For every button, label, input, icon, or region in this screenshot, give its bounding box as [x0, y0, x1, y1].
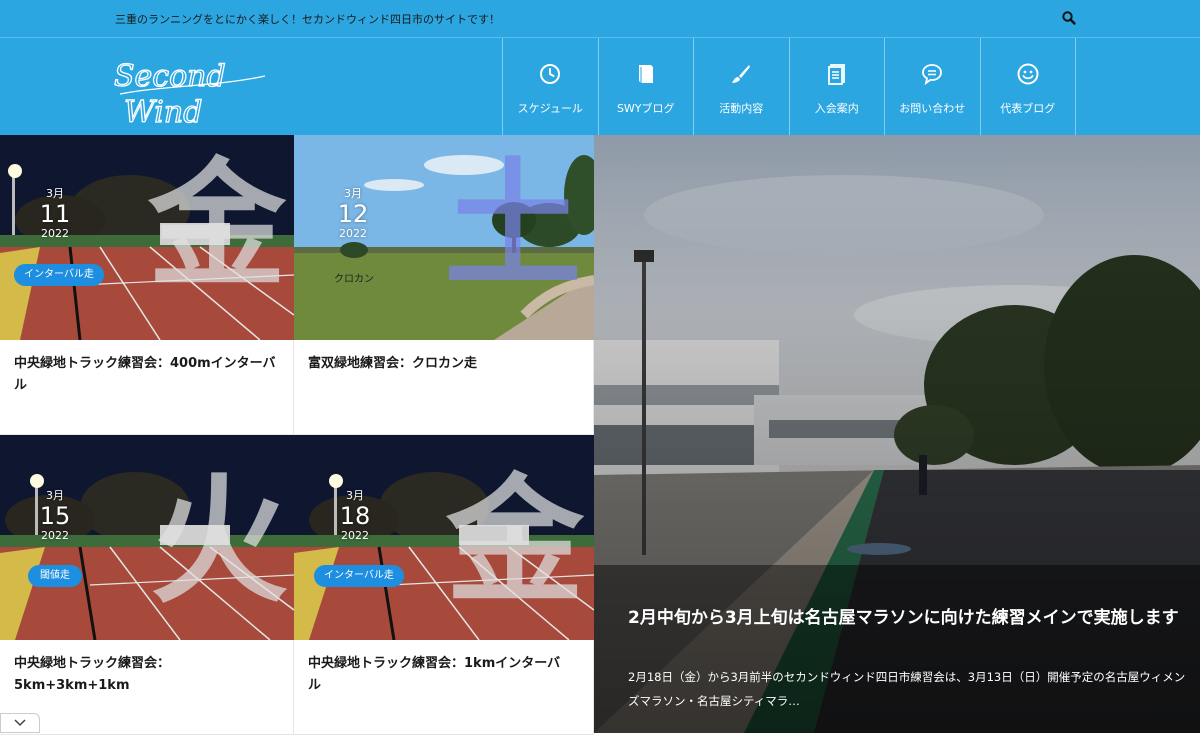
post-card[interactable]: 土 3月 12 2022 クロカン 富双緑地練習会：クロカン走: [294, 135, 594, 435]
category-badge[interactable]: インターバル走: [314, 565, 404, 587]
main-nav: スケジュール SWYブログ 活動内容 入会案内 お問い合わせ 代表ブログ: [502, 38, 1076, 135]
nav-label: お問い合わせ: [899, 102, 966, 115]
nav-item-activities[interactable]: 活動内容: [694, 38, 790, 135]
nav-item-contact[interactable]: お問い合わせ: [885, 38, 981, 135]
post-date: 3月 15 2022: [39, 489, 71, 542]
post-card[interactable]: 火 3月 15 2022 閾値走 中央緑地トラック練習会：5km+3km+1km: [0, 435, 294, 735]
nav-item-rep-blog[interactable]: 代表ブログ: [981, 38, 1076, 135]
post-date: 3月 18 2022: [339, 489, 371, 542]
collapse-toggle[interactable]: [0, 713, 40, 733]
nav-label: 代表ブログ: [1000, 102, 1056, 115]
featured-post[interactable]: 2月中旬から3月上旬は名古屋マラソンに向けた練習メインで実施します 2月18日（…: [594, 135, 1200, 733]
speech-bubble-icon: [922, 64, 943, 86]
weekday-overlay: 火: [150, 461, 289, 622]
nav-item-swy-blog[interactable]: SWYブログ: [599, 38, 694, 135]
post-thumbnail: 土 3月 12 2022 クロカン: [294, 135, 594, 340]
post-grid: 金 3月 11 2022 インターバル走 中央緑地トラック練習会：400mインタ…: [0, 135, 594, 735]
site-logo[interactable]: Second Wind: [110, 46, 270, 128]
brush-icon: [732, 65, 751, 83]
svg-text:Wind: Wind: [124, 95, 202, 128]
weekday-overlay: 金: [446, 461, 585, 622]
post-card[interactable]: 金 3月 18 2022 インターバル走 中央緑地トラック練習会：1kmインター…: [294, 435, 594, 735]
clock-icon: [540, 64, 561, 84]
document-icon: [827, 64, 845, 85]
weekday-overlay: 土: [444, 145, 583, 306]
category-tag[interactable]: クロカン: [334, 270, 374, 285]
post-thumbnail: 金 3月 11 2022 インターバル走: [0, 135, 294, 340]
post-title[interactable]: 富双緑地練習会：クロカン走: [308, 353, 570, 375]
top-bar: 三重のランニングをとにかく楽しく！セカンドウィンド四日市のサイトです！: [0, 0, 1200, 38]
book-icon: [638, 65, 653, 83]
post-date: 3月 12 2022: [337, 187, 369, 240]
site-tagline: 三重のランニングをとにかく楽しく！セカンドウィンド四日市のサイトです！: [115, 13, 500, 26]
category-badge[interactable]: インターバル走: [14, 264, 104, 286]
post-card[interactable]: 金 3月 11 2022 インターバル走 中央緑地トラック練習会：400mインタ…: [0, 135, 294, 435]
nav-label: SWYブログ: [616, 102, 675, 115]
featured-post-excerpt: 2月18日（金）から3月前半のセカンドウィンド四日市練習会は、3月13日（日）開…: [628, 670, 1186, 708]
featured-post-title[interactable]: 2月中旬から3月上旬は名古屋マラソンに向けた練習メインで実施します: [628, 605, 1188, 632]
nav-item-schedule[interactable]: スケジュール: [503, 38, 599, 135]
svg-text:Second: Second: [114, 59, 226, 94]
chevron-down-icon: [14, 719, 26, 727]
nav-label: 入会案内: [814, 102, 859, 115]
search-icon[interactable]: [1061, 10, 1077, 26]
nav-label: 活動内容: [719, 102, 764, 115]
nav-label: スケジュール: [517, 102, 583, 115]
post-title[interactable]: 中央緑地トラック練習会：5km+3km+1km: [14, 653, 276, 697]
weekday-overlay: 金: [148, 145, 287, 306]
post-date: 3月 11 2022: [39, 187, 71, 240]
post-thumbnail: 金 3月 18 2022 インターバル走: [294, 435, 594, 640]
nav-item-membership[interactable]: 入会案内: [790, 38, 885, 135]
site-header: Second Wind スケジュール SWYブログ 活動内容 入会案内 お問い合…: [0, 38, 1200, 135]
featured-image: [594, 135, 1200, 733]
post-title[interactable]: 中央緑地トラック練習会：400mインターバル: [14, 353, 276, 397]
category-badge[interactable]: 閾値走: [28, 565, 82, 587]
post-thumbnail: 火 3月 15 2022 閾値走: [0, 435, 294, 640]
smile-icon: [1017, 63, 1039, 85]
post-title[interactable]: 中央緑地トラック練習会：1kmインターバル: [308, 653, 570, 697]
